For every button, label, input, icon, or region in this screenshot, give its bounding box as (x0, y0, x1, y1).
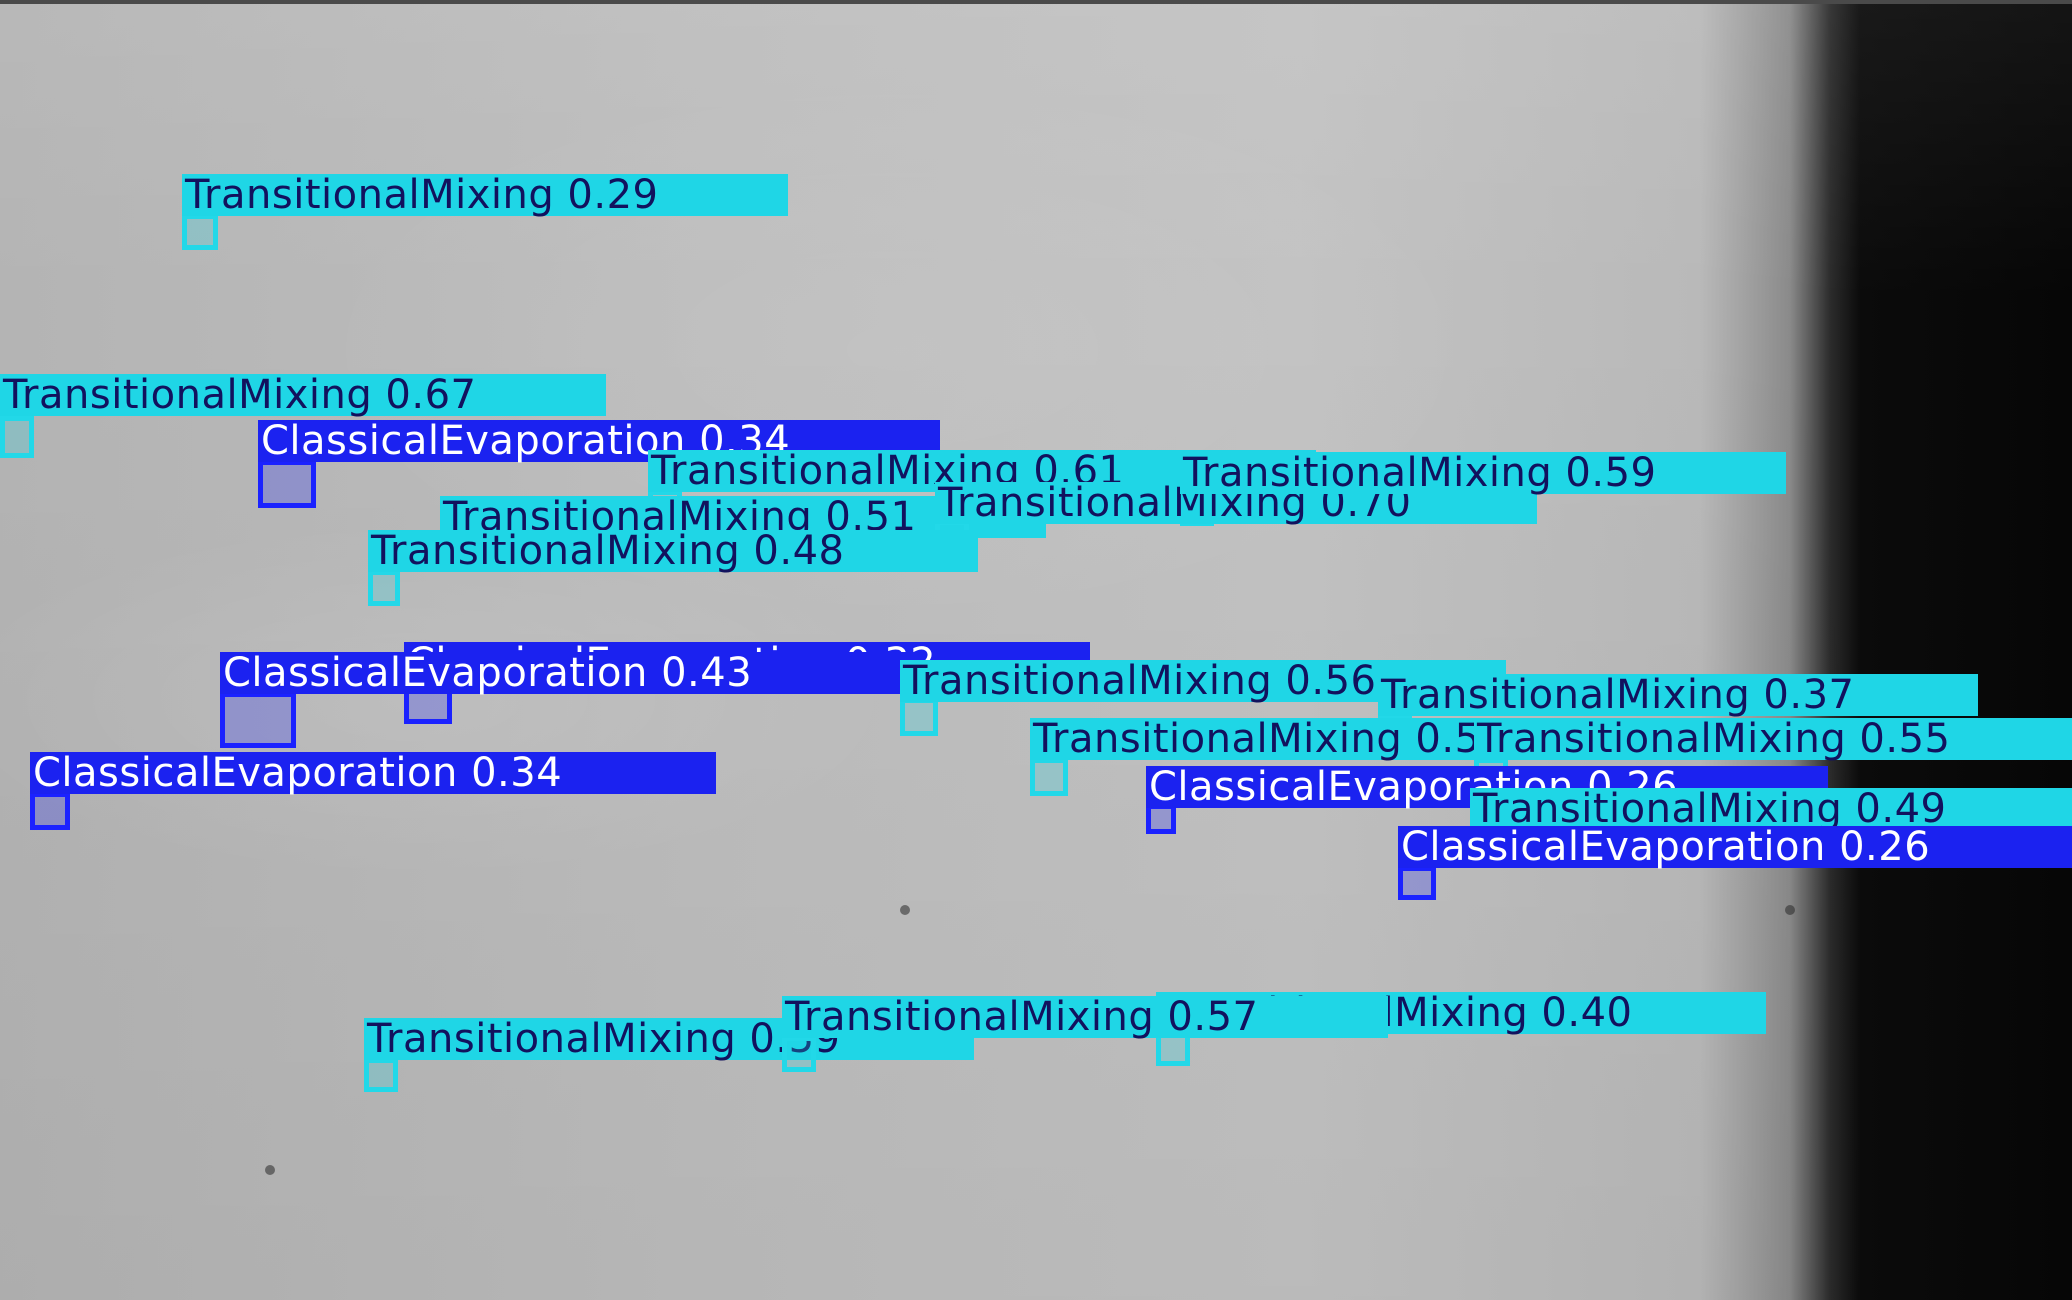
detection-box (220, 692, 296, 748)
detection-label: TransitionalMixing 0.29 (182, 174, 788, 216)
detection-box (782, 1036, 816, 1072)
detection-label: TransitionalMixing 0.37 (1378, 674, 1978, 716)
detection-box (1030, 758, 1068, 796)
droplet-speck (1785, 905, 1795, 915)
detection-box (368, 570, 400, 606)
detection-label: TransitionalMixing 0.55 (1474, 718, 2072, 760)
detection-box (364, 1058, 398, 1092)
detection-box (182, 214, 218, 250)
droplet-speck (265, 1165, 275, 1175)
detection-box (30, 792, 70, 830)
detection-label: TransitionalMixing 0.57 (782, 996, 1388, 1038)
droplet-speck (900, 905, 910, 915)
detection-label: TransitionalMixing 0.67 (0, 374, 606, 416)
detection-label: ClassicalEvaporation 0.43 (220, 652, 906, 694)
spray-image: TransitionalMixing 0.29 TransitionalMixi… (0, 0, 2072, 1300)
detection-box (1398, 866, 1436, 900)
detection-label: TransitionalMixing 0.59 (1180, 452, 1786, 494)
detection-label: ClassicalEvaporation 0.34 (30, 752, 716, 794)
detection-label: ClassicalEvaporation 0.26 (1398, 826, 2072, 868)
detection-box (0, 416, 34, 458)
detection-label: TransitionalMixing 0.48 (368, 530, 978, 572)
detection-box (258, 460, 316, 508)
